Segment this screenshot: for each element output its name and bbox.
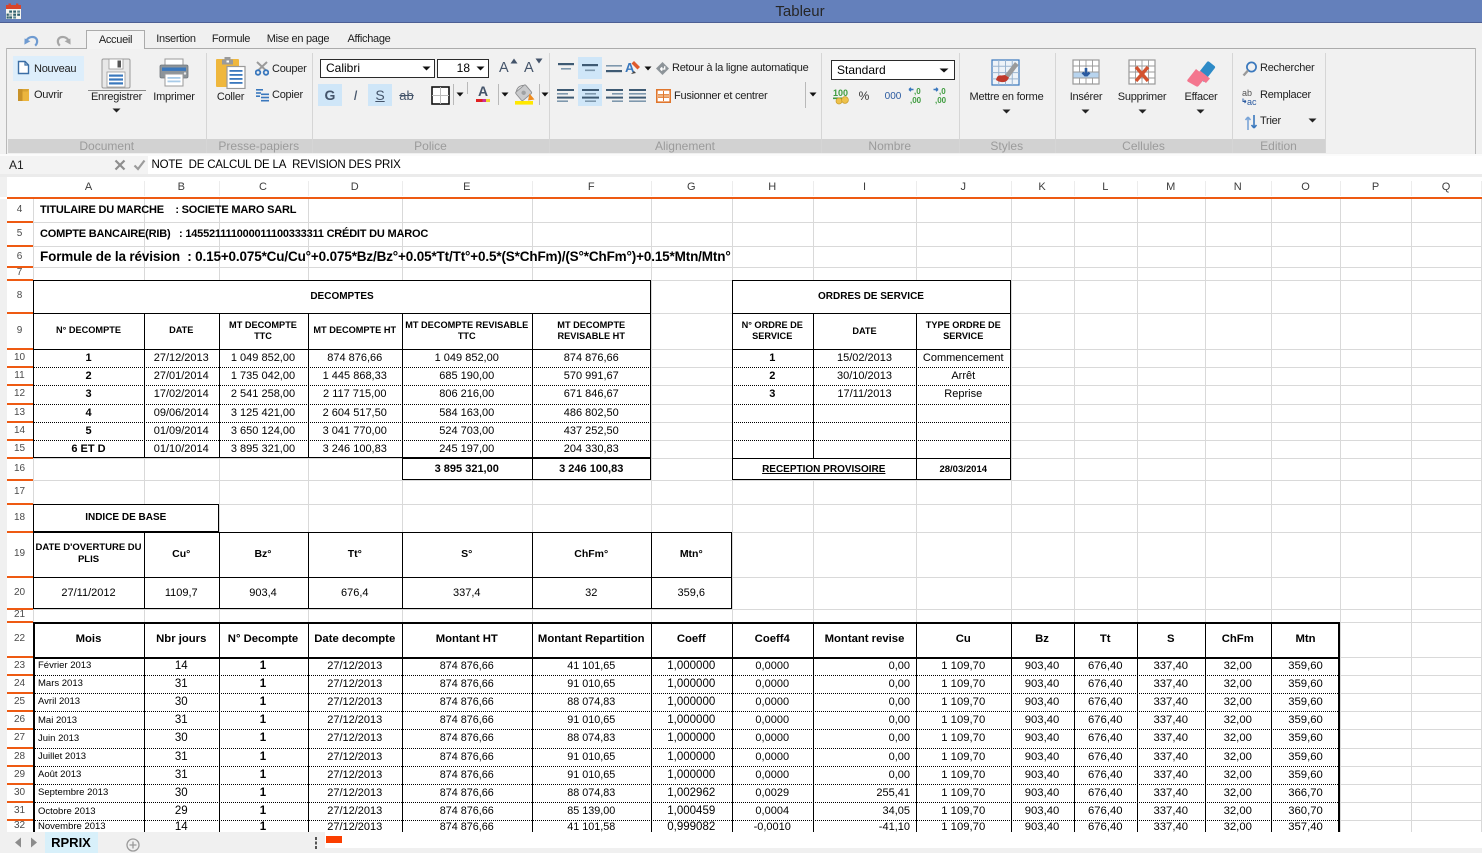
svg-text:ac: ac xyxy=(1247,97,1257,106)
svg-text:,00: ,00 xyxy=(910,96,922,105)
svg-text:,00: ,00 xyxy=(935,96,947,105)
svg-text:,0: ,0 xyxy=(914,87,921,96)
svg-text:,0: ,0 xyxy=(939,87,946,96)
